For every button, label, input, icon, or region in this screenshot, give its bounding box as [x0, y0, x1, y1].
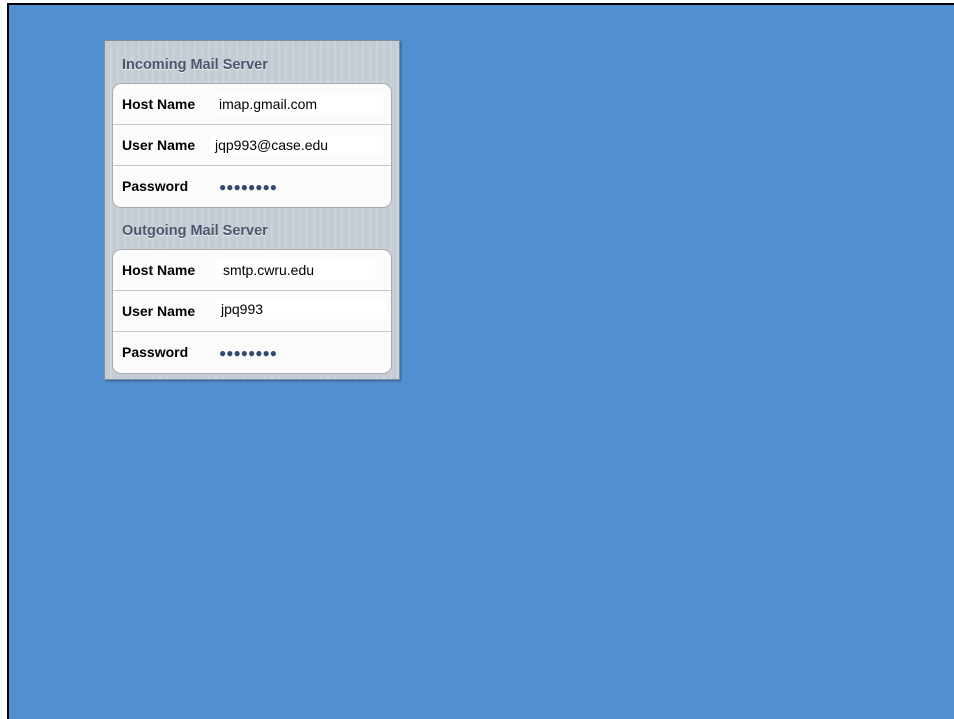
outgoing-user-label: User Name [122, 303, 196, 319]
slide-background: Incoming Mail Server Host Name imap.gmai… [7, 3, 954, 719]
outgoing-host-label: Host Name [122, 262, 196, 278]
outgoing-server-group: Host Name smtp.cwru.edu User Name jpq993… [112, 249, 392, 374]
incoming-host-row[interactable]: Host Name imap.gmail.com [113, 84, 391, 125]
incoming-password-row[interactable]: Password ●●●●●●●● [113, 166, 391, 207]
outgoing-user-row[interactable]: User Name jpq993 [113, 291, 391, 332]
outgoing-password-field[interactable]: ●●●●●●●● [219, 343, 277, 363]
incoming-section-header: Incoming Mail Server [122, 57, 268, 73]
incoming-user-label: User Name [122, 137, 196, 153]
outgoing-password-row[interactable]: Password ●●●●●●●● [113, 332, 391, 373]
outgoing-user-field[interactable]: jpq993 [217, 299, 385, 319]
mail-server-settings-panel: Incoming Mail Server Host Name imap.gmai… [104, 40, 400, 380]
outgoing-section-header: Outgoing Mail Server [122, 223, 268, 239]
outgoing-password-label: Password [122, 344, 189, 360]
incoming-password-field[interactable]: ●●●●●●●● [219, 177, 277, 197]
incoming-host-field[interactable]: imap.gmail.com [215, 94, 383, 114]
incoming-host-label: Host Name [122, 96, 196, 112]
incoming-server-group: Host Name imap.gmail.com User Name jqp99… [112, 83, 392, 208]
outgoing-host-field[interactable]: smtp.cwru.edu [215, 260, 375, 280]
incoming-user-row[interactable]: User Name jqp993@case.edu [113, 125, 391, 166]
incoming-password-label: Password [122, 178, 189, 194]
incoming-user-field[interactable]: jqp993@case.edu [211, 135, 383, 155]
outgoing-host-row[interactable]: Host Name smtp.cwru.edu [113, 250, 391, 291]
